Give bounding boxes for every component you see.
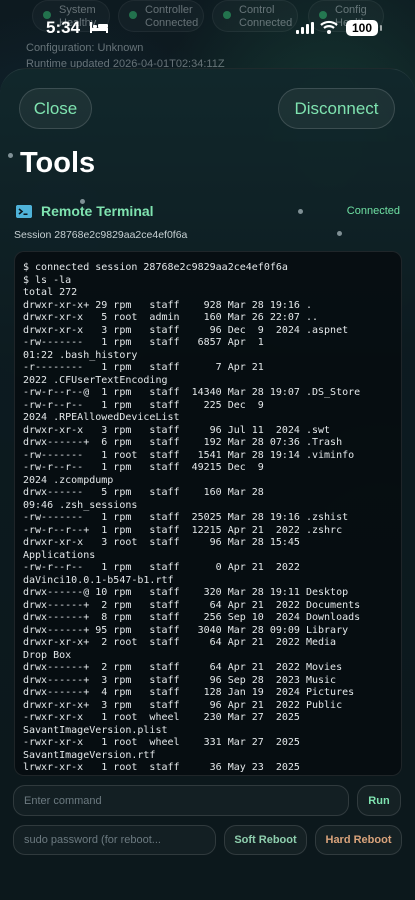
- run-button[interactable]: Run: [357, 785, 401, 816]
- command-input[interactable]: [13, 785, 349, 816]
- sleep-focus-icon: [90, 22, 108, 33]
- cellular-signal-icon: [296, 22, 314, 34]
- page-title: Tools: [20, 147, 96, 179]
- wifi-icon: [320, 20, 338, 34]
- close-button[interactable]: Close: [19, 88, 92, 129]
- battery-indicator: 100: [346, 20, 382, 36]
- decorative-dot: [337, 231, 342, 236]
- clock: 5:34: [46, 18, 81, 37]
- section-title: Remote Terminal: [41, 203, 154, 219]
- disconnect-button[interactable]: Disconnect: [278, 88, 395, 129]
- terminal-output: $ connected session 28768e2c9829aa2ce4ef…: [23, 262, 361, 773]
- decorative-dot: [298, 209, 303, 214]
- status-bar: 5:34 100: [0, 0, 415, 44]
- soft-reboot-button[interactable]: Soft Reboot: [224, 825, 307, 855]
- sudo-password-input[interactable]: [13, 825, 216, 855]
- terminal-output-panel[interactable]: $ connected session 28768e2c9829aa2ce4ef…: [14, 251, 402, 776]
- tools-sheet: Close Disconnect Tools Remote Terminal C…: [0, 68, 415, 900]
- hard-reboot-button[interactable]: Hard Reboot: [315, 825, 402, 855]
- terminal-icon: [16, 205, 32, 218]
- decorative-dot: [8, 153, 13, 158]
- session-id: Session 28768e2c9829aa2ce4ef0f6a: [14, 229, 188, 241]
- connection-status: Connected: [346, 205, 400, 217]
